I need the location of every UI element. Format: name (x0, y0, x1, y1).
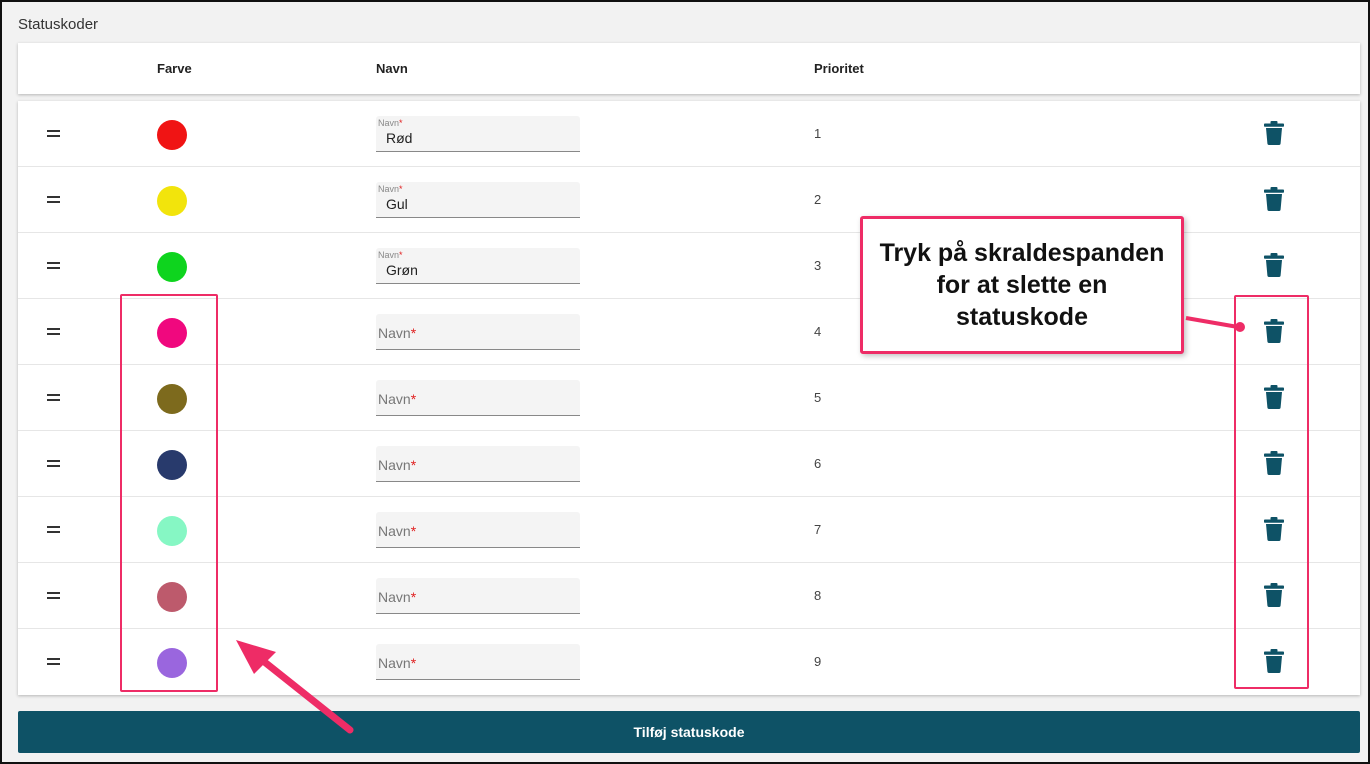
drag-handle-icon[interactable] (47, 394, 60, 402)
drag-handle-icon[interactable] (47, 328, 60, 336)
name-field-placeholder: Navn* (378, 655, 417, 671)
name-field-floating-label: Navn* (378, 250, 403, 260)
name-field[interactable]: Navn* (376, 446, 580, 482)
status-row: Navn* Rød 1 (18, 101, 1360, 167)
name-field-value: Rød (386, 130, 413, 146)
color-swatch[interactable] (157, 252, 187, 282)
name-field[interactable]: Navn* Gul (376, 182, 580, 218)
priority-value: 9 (814, 654, 822, 669)
highlight-trash-column (1234, 295, 1309, 689)
priority-value: 2 (814, 192, 822, 207)
priority-value: 8 (814, 588, 822, 603)
priority-value: 3 (814, 258, 822, 273)
name-field-floating-label: Navn* (378, 184, 403, 194)
drag-handle-icon[interactable] (47, 130, 60, 138)
name-field-placeholder: Navn* (378, 391, 417, 407)
drag-handle-icon[interactable] (47, 196, 60, 204)
drag-handle-icon[interactable] (47, 460, 60, 468)
drag-handle-icon[interactable] (47, 658, 60, 666)
column-header-farve: Farve (157, 61, 192, 76)
status-row: Navn* 8 (18, 563, 1360, 629)
priority-value: 4 (814, 324, 822, 339)
priority-value: 5 (814, 390, 822, 405)
color-swatch[interactable] (157, 120, 187, 150)
priority-value: 6 (814, 456, 822, 471)
name-field[interactable]: Navn* Grøn (376, 248, 580, 284)
color-swatch[interactable] (157, 186, 187, 216)
name-field[interactable]: Navn* (376, 314, 580, 350)
status-row: Navn* 7 (18, 497, 1360, 563)
name-field-placeholder: Navn* (378, 523, 417, 539)
name-field-placeholder: Navn* (378, 325, 417, 341)
name-field-floating-label: Navn* (378, 118, 403, 128)
trash-icon[interactable] (1264, 121, 1284, 145)
drag-handle-icon[interactable] (47, 526, 60, 534)
section-title: Statuskoder (18, 16, 99, 33)
name-field-value: Grøn (386, 262, 418, 278)
drag-handle-icon[interactable] (47, 262, 60, 270)
highlight-color-column (120, 294, 218, 692)
status-code-list: Navn* Rød 1 Navn* Gul 2 Navn* Grøn 3 Nav… (18, 101, 1360, 695)
name-field[interactable]: Navn* (376, 380, 580, 416)
drag-handle-icon[interactable] (47, 592, 60, 600)
name-field[interactable]: Navn* (376, 644, 580, 680)
name-field[interactable]: Navn* (376, 578, 580, 614)
name-field-placeholder: Navn* (378, 457, 417, 473)
name-field-value: Gul (386, 196, 408, 212)
callout-annotation: Tryk på skraldespanden for at slette en … (860, 216, 1184, 354)
priority-value: 7 (814, 522, 822, 537)
trash-icon[interactable] (1264, 253, 1284, 277)
status-row: Navn* 6 (18, 431, 1360, 497)
trash-icon[interactable] (1264, 187, 1284, 211)
column-header-navn: Navn (376, 61, 408, 76)
priority-value: 1 (814, 126, 822, 141)
status-row: Navn* 5 (18, 365, 1360, 431)
name-field-placeholder: Navn* (378, 589, 417, 605)
column-header-prioritet: Prioritet (814, 61, 864, 76)
table-header: Farve Navn Prioritet (18, 43, 1360, 94)
add-status-code-button[interactable]: Tilføj statuskode (18, 711, 1360, 753)
name-field[interactable]: Navn* Rød (376, 116, 580, 152)
status-row: Navn* 9 (18, 629, 1360, 695)
name-field[interactable]: Navn* (376, 512, 580, 548)
